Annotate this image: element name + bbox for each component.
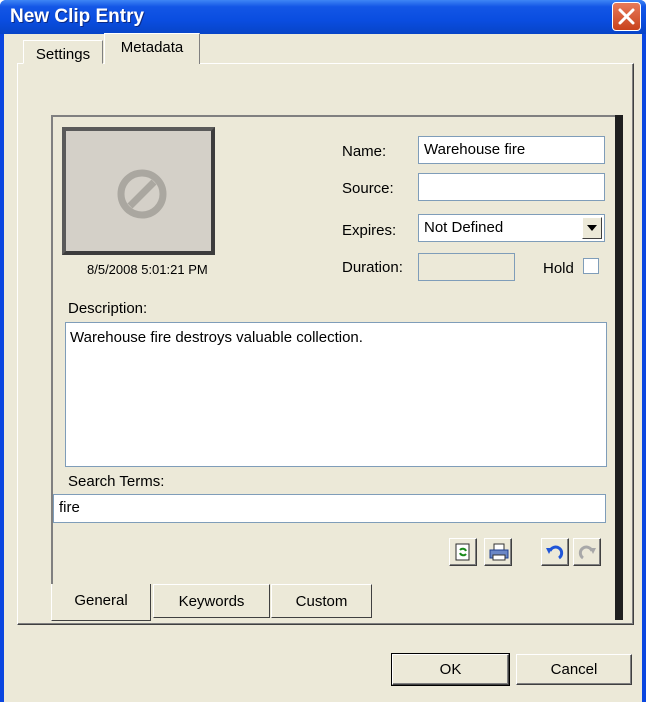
search-terms-field[interactable]: fire [53,494,606,523]
redo-button [573,538,601,566]
clip-thumbnail[interactable] [62,127,215,255]
window-title: New Clip Entry [10,6,145,27]
duration-field [418,253,515,281]
search-terms-label: Search Terms: [68,473,165,490]
undo-button[interactable] [541,538,569,566]
print-icon [489,543,509,561]
description-textarea[interactable]: Warehouse fire destroys valuable collect… [65,322,607,467]
name-field[interactable]: Warehouse fire [418,136,605,164]
close-icon [618,8,635,25]
cancel-button[interactable]: Cancel [516,654,632,685]
redo-icon [578,545,596,560]
tab-settings[interactable]: Settings [23,40,103,64]
tab-metadata-label: Metadata [120,39,184,56]
tab-custom[interactable]: Custom [271,584,372,618]
expires-dropdown-button[interactable] [582,217,602,239]
tab-custom-label: Custom [295,593,348,610]
tab-settings-label: Settings [35,46,91,63]
tab-metadata[interactable]: Metadata [104,33,200,64]
expires-value: Not Defined [424,219,504,236]
tab-general-label: General [74,592,128,609]
expires-select[interactable]: Not Defined [418,214,605,242]
chevron-down-icon [587,225,597,231]
duration-label: Duration: [342,259,403,276]
thumbnail-timestamp: 8/5/2008 5:01:21 PM [87,262,208,277]
print-button[interactable] [484,538,512,566]
tab-keywords[interactable]: Keywords [153,584,270,618]
expires-label: Expires: [342,222,397,239]
hold-label: Hold [543,260,574,277]
refresh-button[interactable] [449,538,477,566]
source-field[interactable] [418,173,605,201]
name-label: Name: [342,143,387,160]
no-symbol-icon [117,169,167,219]
refresh-icon [455,543,470,561]
title-bar[interactable]: New Clip Entry [0,0,646,34]
close-button[interactable] [612,2,641,31]
ok-button[interactable]: OK [391,653,510,686]
undo-icon [546,545,564,560]
hold-checkbox[interactable] [583,258,599,274]
source-label: Source: [342,180,394,197]
description-label: Description: [68,300,148,317]
tab-keywords-label: Keywords [178,593,245,610]
panel-edge [615,115,623,620]
tab-general[interactable]: General [51,584,151,621]
